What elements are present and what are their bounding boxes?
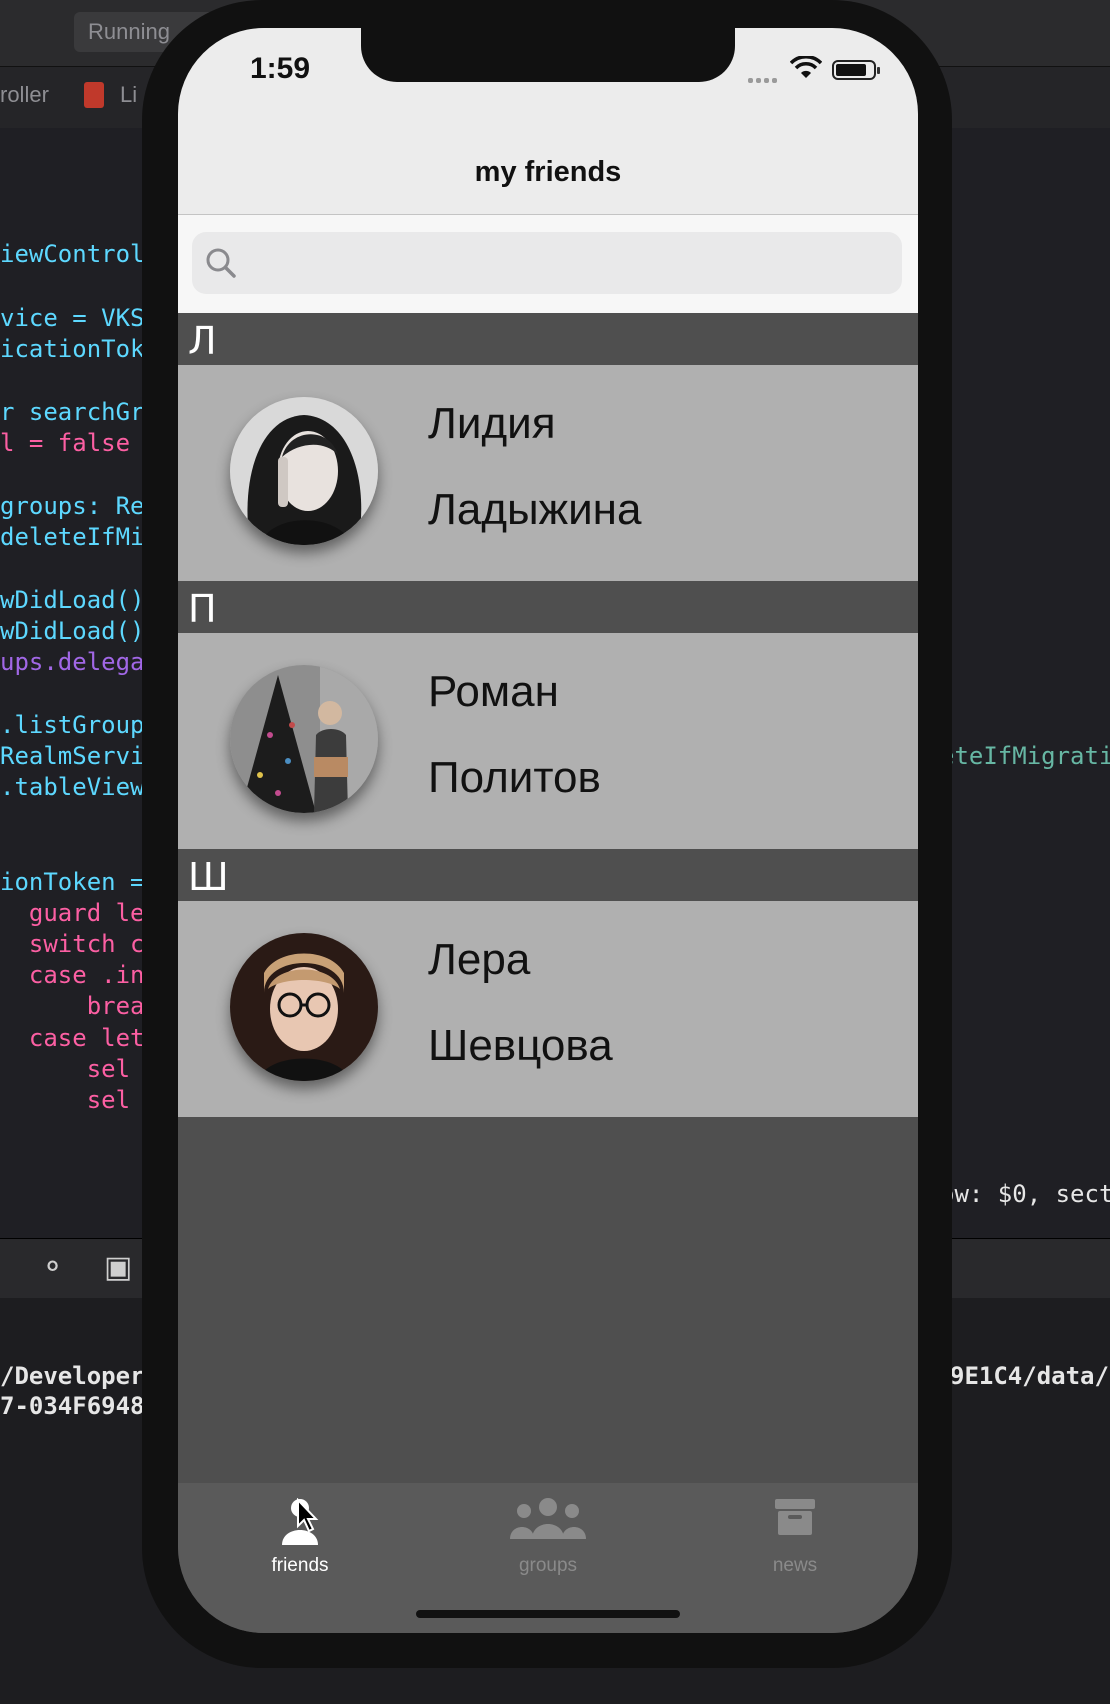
- search-icon: [204, 246, 238, 285]
- friend-row[interactable]: Роман Политов: [178, 633, 918, 849]
- tab-label: friends: [271, 1555, 329, 1576]
- wifi-icon: [789, 55, 823, 85]
- code-line: iewControl: [0, 240, 145, 268]
- friend-last-name: Политов: [428, 753, 601, 802]
- avatar: [230, 397, 378, 545]
- code-line: wDidLoad(): [0, 586, 145, 614]
- code-line: deleteIfMi: [0, 523, 145, 551]
- home-indicator[interactable]: [416, 1610, 680, 1618]
- friend-row[interactable]: Лидия Ладыжина: [178, 365, 918, 581]
- swift-file-icon: [84, 82, 104, 108]
- code-line: .tableView: [0, 773, 145, 801]
- tab-label: groups: [518, 1555, 578, 1576]
- avatar: [230, 665, 378, 813]
- section-letter: П: [188, 587, 217, 631]
- code-line: switch c: [0, 930, 145, 958]
- console-line: /Developer: [0, 1362, 145, 1390]
- console-line: 7-034F6948: [0, 1392, 145, 1420]
- archive-box-icon: [775, 1497, 815, 1542]
- navigation-bar: my friends: [178, 128, 918, 215]
- breadcrumb-file[interactable]: Li: [120, 82, 137, 108]
- section-header-p: П: [178, 581, 918, 633]
- mouse-cursor-icon: [296, 1497, 320, 1539]
- code-line: groups: Re: [0, 492, 145, 520]
- people-icon: [510, 1497, 586, 1546]
- console-line: 9E1C4/data/: [950, 1362, 1109, 1390]
- code-line: ionToken =: [0, 868, 145, 896]
- simulator-screen: 1:59 my friends Л Лидия Ладыжина П Роман…: [178, 28, 918, 1633]
- battery-icon: [832, 60, 880, 80]
- code-line: sel: [0, 1055, 131, 1083]
- code-line: .listGroup: [0, 711, 145, 739]
- code-line: ow: $0, sect: [940, 1180, 1110, 1208]
- code-line: case let: [0, 1024, 145, 1052]
- avatar: [230, 933, 378, 1081]
- device-notch: [361, 28, 735, 82]
- friend-first-name: Лера: [428, 935, 531, 984]
- section-header-sh: Ш: [178, 849, 918, 901]
- code-line: eteIfMigrati: [940, 742, 1110, 770]
- view-debugger-icon[interactable]: ▣: [104, 1250, 132, 1285]
- code-line: wDidLoad(): [0, 617, 145, 645]
- code-line: ups.delega: [0, 648, 145, 676]
- search-bar: [178, 215, 918, 313]
- branch-icon[interactable]: ⚬: [40, 1250, 65, 1285]
- friend-first-name: Роман: [428, 667, 559, 716]
- code-line: RealmServi: [0, 742, 145, 770]
- code-line: sel: [0, 1086, 131, 1114]
- breadcrumb[interactable]: roller: [0, 82, 49, 108]
- cellular-signal-icon: [748, 70, 784, 83]
- friend-row[interactable]: Лера Шевцова: [178, 901, 918, 1117]
- tab-groups[interactable]: groups: [468, 1497, 628, 1587]
- code-line: vice = VKS: [0, 304, 145, 332]
- code-line: l = false: [0, 429, 131, 457]
- page-title: my friends: [474, 156, 622, 188]
- status-time: 1:59: [250, 52, 311, 85]
- tab-news[interactable]: news: [715, 1497, 875, 1587]
- code-line: r searchGr: [0, 398, 145, 426]
- section-header-l: Л: [178, 313, 918, 365]
- section-letter: Л: [188, 319, 217, 363]
- friend-first-name: Лидия: [428, 399, 556, 448]
- friend-last-name: Шевцова: [428, 1021, 613, 1070]
- friend-last-name: Ладыжина: [428, 485, 642, 534]
- section-letter: Ш: [188, 855, 229, 899]
- tab-label: news: [772, 1555, 818, 1576]
- code-line: icationTok: [0, 335, 145, 363]
- search-field[interactable]: [192, 232, 902, 296]
- code-line: guard le: [0, 899, 145, 927]
- code-line: brea: [0, 992, 145, 1020]
- search-input[interactable]: [250, 232, 894, 296]
- code-line: case .in: [0, 961, 145, 989]
